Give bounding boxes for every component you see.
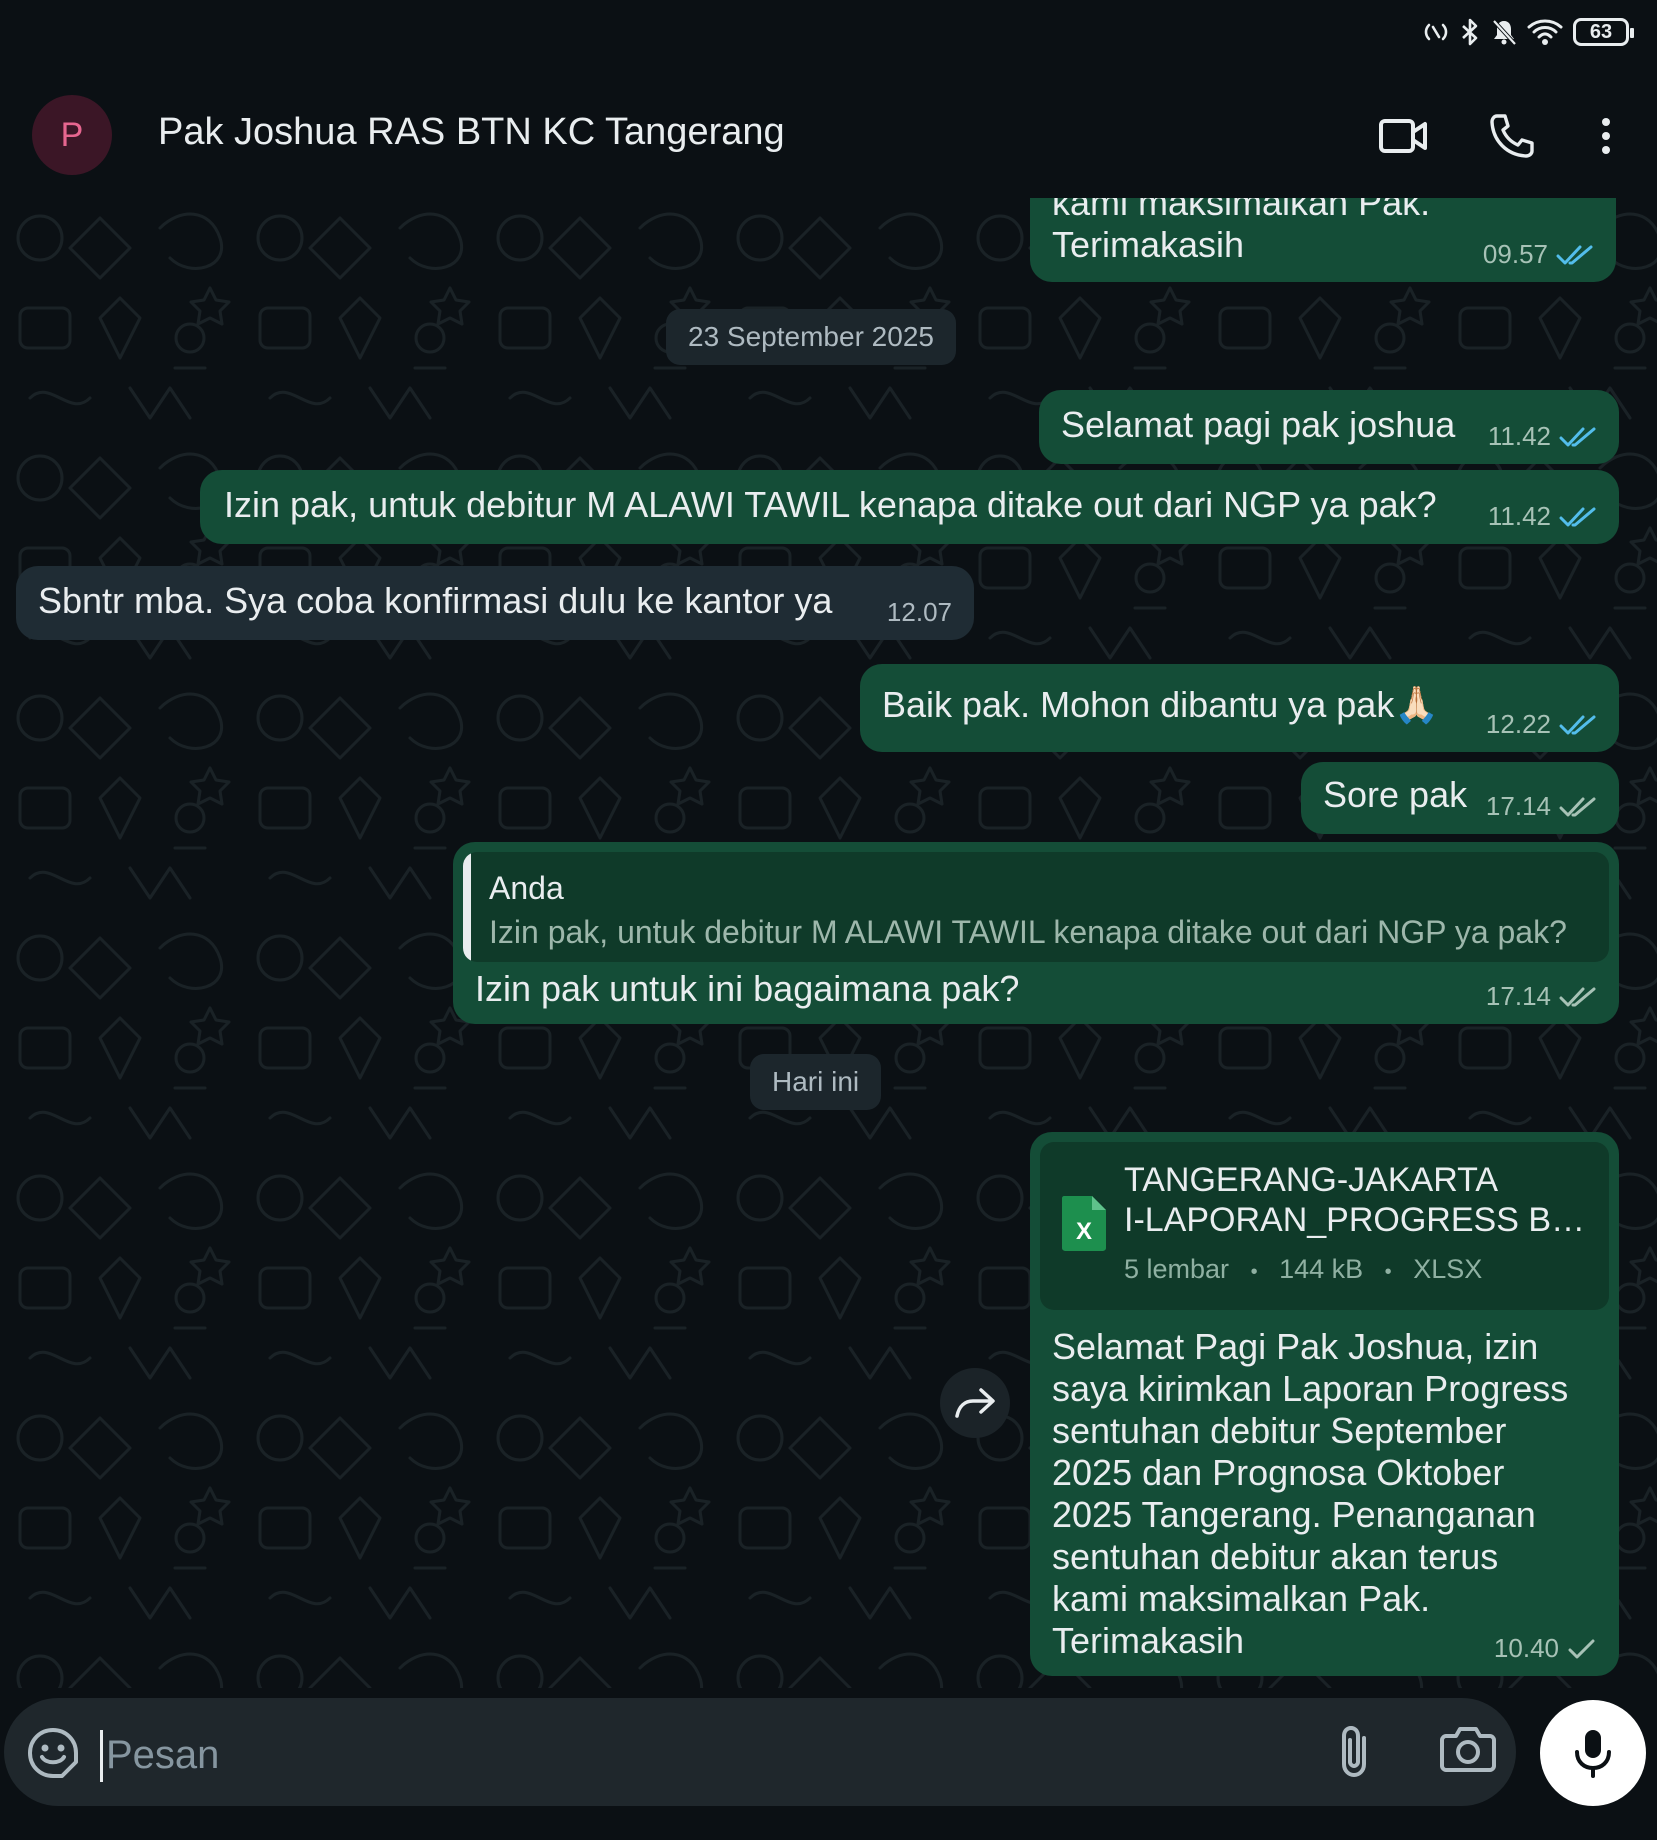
message-bubble-outgoing[interactable]: kami maksimalkan Pak. Terimakasih 09.57 bbox=[1030, 198, 1616, 282]
message-text: Izin pak, untuk debitur M ALAWI TAWIL ke… bbox=[224, 484, 1437, 525]
file-name-line: I-LAPORAN_PROGRESS B… bbox=[1124, 1201, 1586, 1239]
emoji-sticker-button[interactable] bbox=[26, 1726, 80, 1780]
message-meta: 12.22 bbox=[1486, 709, 1597, 740]
message-text: Sore pak bbox=[1323, 774, 1468, 815]
message-time: 11.42 bbox=[1487, 421, 1551, 451]
message-bubble-outgoing[interactable]: Selamat pagi pak joshua 11.42 bbox=[1039, 390, 1619, 464]
message-time: 09.57 bbox=[1482, 239, 1548, 269]
composer-bar bbox=[0, 1688, 1657, 1840]
quote-text: Izin pak, untuk debitur M ALAWI TAWIL ke… bbox=[489, 914, 1567, 950]
message-text: Izin pak untuk ini bagaimana pak? bbox=[475, 968, 1020, 1009]
file-name-line: TANGERANG-JAKARTA bbox=[1124, 1161, 1499, 1199]
wifi-icon bbox=[1527, 19, 1563, 45]
message-bubble-outgoing[interactable]: Baik pak. Mohon dibantu ya pak🙏🏻 12.22 bbox=[860, 664, 1619, 752]
message-bubble-outgoing[interactable]: Sore pak 17.14 bbox=[1301, 762, 1619, 834]
voice-call-button[interactable] bbox=[1484, 108, 1540, 164]
message-time: 12.22 bbox=[1485, 709, 1551, 739]
meta-separator: • bbox=[1250, 1261, 1258, 1283]
message-time: 17.14 bbox=[1485, 791, 1551, 821]
read-ticks-icon bbox=[1556, 245, 1593, 264]
status-icons: 63 bbox=[1423, 18, 1634, 46]
message-input[interactable] bbox=[104, 1724, 1308, 1786]
phone-icon bbox=[1490, 114, 1534, 158]
caption-line: Selamat Pagi Pak Joshua, izin bbox=[1052, 1326, 1539, 1367]
message-time: 17.14 bbox=[1485, 981, 1551, 1011]
file-type-letter: X bbox=[1075, 1218, 1092, 1245]
meta-separator: • bbox=[1384, 1261, 1392, 1283]
more-options-button[interactable] bbox=[1578, 108, 1634, 164]
composer-pill bbox=[4, 1698, 1516, 1806]
status-bar: 63 bbox=[0, 0, 1657, 80]
file-extension: XLSX bbox=[1413, 1254, 1483, 1284]
caption-line: 2025 Tangerang. Penanganan bbox=[1052, 1494, 1536, 1535]
message-list[interactable]: kami maksimalkan Pak. Terimakasih 09.57 … bbox=[0, 198, 1657, 1688]
sticker-emoji-icon bbox=[28, 1728, 78, 1778]
date-separator: 23 September 2025 bbox=[666, 309, 956, 365]
message-time: 10.40 bbox=[1493, 1633, 1559, 1663]
forward-button[interactable] bbox=[940, 1368, 1010, 1438]
read-ticks-icon bbox=[1559, 507, 1596, 526]
caption-line: saya kirimkan Laporan Progress bbox=[1052, 1368, 1569, 1409]
attach-button[interactable] bbox=[1334, 1724, 1390, 1780]
caption-line: Terimakasih bbox=[1052, 1620, 1245, 1661]
date-separator: Hari ini bbox=[750, 1054, 882, 1110]
mute-bell-icon bbox=[1492, 19, 1517, 46]
caption-line: 2025 dan Prognosa Oktober bbox=[1052, 1452, 1505, 1493]
contact-name[interactable]: Pak Joshua RAS BTN KC Tangerang bbox=[158, 111, 785, 154]
message-meta: 10.40 bbox=[1494, 1633, 1597, 1664]
file-size: 144 kB bbox=[1279, 1254, 1364, 1284]
contact-avatar[interactable]: P bbox=[32, 95, 112, 175]
message-text: Selamat pagi pak joshua bbox=[1061, 404, 1456, 445]
camera-button[interactable] bbox=[1440, 1724, 1500, 1780]
more-vert-icon bbox=[1602, 118, 1610, 154]
camera-icon bbox=[1440, 1727, 1496, 1772]
message-time: 12.07 bbox=[886, 597, 952, 627]
caption-line: sentuhan debitur September bbox=[1052, 1410, 1507, 1451]
file-name: TANGERANG-JAKARTA I-LAPORAN_PROGRESS B… bbox=[1124, 1160, 1586, 1240]
message-bubble-outgoing-reply[interactable]: Anda Izin pak, untuk debitur M ALAWI TAW… bbox=[453, 842, 1619, 1024]
nfc-icon bbox=[1424, 23, 1448, 41]
caption-line: sentuhan debitur akan terus bbox=[1052, 1536, 1499, 1577]
sent-tick-icon bbox=[1568, 1639, 1595, 1658]
bluetooth-icon bbox=[1462, 18, 1478, 46]
quoted-message[interactable]: Anda Izin pak, untuk debitur M ALAWI TAW… bbox=[463, 852, 1609, 962]
message-meta: 11.42 bbox=[1488, 501, 1597, 532]
video-call-button[interactable] bbox=[1376, 108, 1432, 164]
message-text-line: kami maksimalkan Pak. bbox=[1052, 198, 1431, 223]
document-attachment[interactable]: X TANGERANG-JAKARTA I-LAPORAN_PROGRESS B… bbox=[1040, 1142, 1609, 1310]
microphone-icon bbox=[1575, 1730, 1611, 1778]
message-time: 11.42 bbox=[1487, 501, 1551, 531]
chat-header: P Pak Joshua RAS BTN KC Tangerang bbox=[0, 80, 1657, 199]
caption-line: kami maksimalkan Pak. bbox=[1052, 1578, 1431, 1619]
battery-indicator: 63 bbox=[1573, 18, 1634, 46]
message-meta: 09.57 bbox=[1483, 239, 1594, 270]
video-camera-icon bbox=[1379, 119, 1427, 153]
message-text: Sbntr mba. Sya coba konfirmasi dulu ke k… bbox=[38, 580, 833, 621]
message-text-line: Terimakasih bbox=[1052, 224, 1245, 265]
read-ticks-icon bbox=[1559, 427, 1596, 446]
message-meta: 17.14 bbox=[1486, 791, 1597, 822]
message-meta: 12.07 bbox=[887, 597, 952, 628]
paperclip-icon bbox=[1342, 1725, 1366, 1778]
file-pages: 5 lembar bbox=[1124, 1254, 1230, 1284]
message-bubble-outgoing-document[interactable]: X TANGERANG-JAKARTA I-LAPORAN_PROGRESS B… bbox=[1030, 1132, 1619, 1676]
message-meta: 11.42 bbox=[1488, 421, 1597, 452]
message-bubble-incoming[interactable]: Sbntr mba. Sya coba konfirmasi dulu ke k… bbox=[16, 566, 974, 640]
file-meta: 5 lembar • 144 kB • XLSX bbox=[1124, 1254, 1482, 1285]
message-meta: 17.14 bbox=[1486, 981, 1597, 1012]
message-bubble-outgoing[interactable]: Izin pak, untuk debitur M ALAWI TAWIL ke… bbox=[200, 470, 1619, 544]
forward-icon bbox=[955, 1388, 995, 1418]
quote-accent-bar bbox=[463, 852, 471, 962]
delivered-ticks-icon bbox=[1559, 797, 1596, 816]
read-ticks-icon bbox=[1559, 715, 1596, 734]
quote-author: Anda bbox=[489, 870, 564, 906]
text-cursor bbox=[100, 1730, 103, 1782]
message-text: Baik pak. Mohon dibantu ya pak🙏🏻 bbox=[882, 684, 1440, 725]
delivered-ticks-icon bbox=[1559, 987, 1596, 1006]
voice-message-button[interactable] bbox=[1540, 1700, 1646, 1806]
document-caption: Selamat Pagi Pak Joshua, izin saya kirim… bbox=[1052, 1326, 1568, 1662]
